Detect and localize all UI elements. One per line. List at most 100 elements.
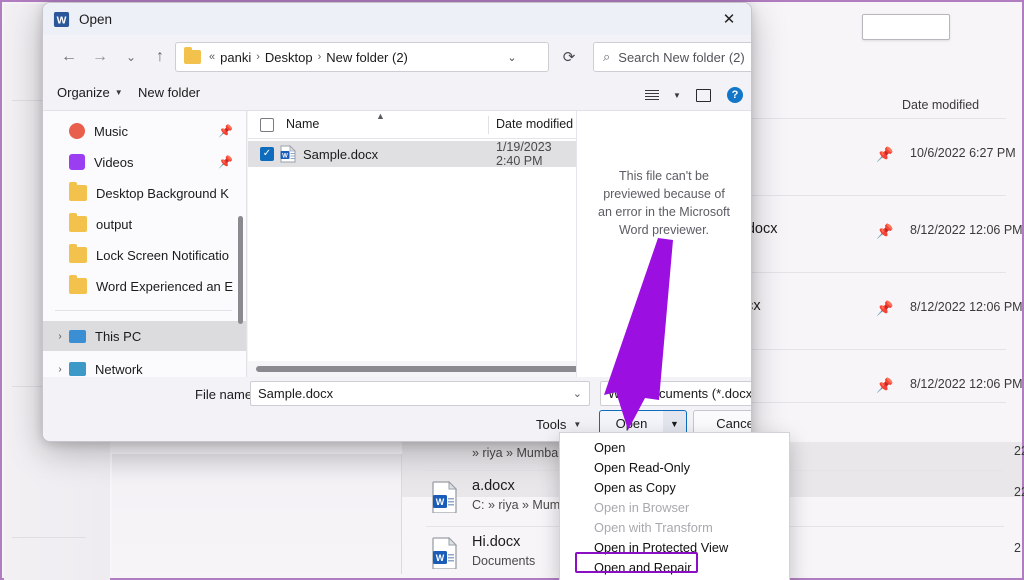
caret-down-icon: ▼ bbox=[573, 420, 581, 429]
sidebar-item-output[interactable]: output bbox=[43, 209, 246, 239]
caret-down-icon: ▼ bbox=[115, 88, 123, 97]
sidebar-item-word-experienced[interactable]: Word Experienced an E bbox=[43, 271, 246, 301]
recent-file-date: 2 9:45 AM bbox=[1014, 541, 1024, 555]
file-type-value: Word Documents (*.docx) bbox=[608, 386, 752, 401]
word-doc-icon: W bbox=[280, 145, 296, 163]
search-icon: ⌕ bbox=[603, 49, 610, 65]
chevron-down-icon[interactable]: ⌄ bbox=[117, 43, 145, 71]
folder-icon bbox=[69, 278, 87, 294]
row-checkbox[interactable]: ✓ bbox=[260, 147, 274, 161]
preview-pane-icon[interactable] bbox=[691, 83, 715, 107]
chevron-right-icon[interactable]: › bbox=[51, 331, 69, 342]
file-name-label: File name: bbox=[195, 387, 256, 402]
background-file-date: 10/6/2022 6:27 PM bbox=[910, 146, 1016, 160]
refresh-icon[interactable]: ⟳ bbox=[555, 42, 583, 72]
file-date: 1/19/2023 2:40 PM bbox=[496, 140, 576, 168]
file-list-hscrollbar[interactable] bbox=[248, 361, 576, 377]
recent-file-path: Documents bbox=[472, 554, 535, 568]
file-name-input[interactable]: Sample.docx ⌄ bbox=[250, 381, 590, 406]
help-icon[interactable]: ? bbox=[723, 83, 747, 107]
caret-down-icon[interactable]: ▼ bbox=[665, 83, 689, 107]
search-input[interactable]: ⌕ Search New folder (2) bbox=[593, 42, 752, 72]
column-divider[interactable] bbox=[488, 116, 489, 134]
sidebar-item-label: Network bbox=[95, 362, 143, 377]
chevron-right-icon: › bbox=[256, 51, 260, 63]
sidebar-item-videos[interactable]: Videos 📌 bbox=[43, 147, 246, 177]
organize-label: Organize bbox=[57, 85, 110, 100]
word-icon: W bbox=[53, 11, 70, 28]
pin-icon[interactable]: 📌 bbox=[218, 155, 233, 169]
organize-button[interactable]: Organize ▼ bbox=[57, 85, 123, 100]
menu-item-open[interactable]: Open bbox=[560, 438, 789, 458]
caret-up-icon: ▲ bbox=[376, 111, 385, 121]
breadcrumb-item-1[interactable]: Desktop bbox=[265, 50, 313, 65]
select-all-checkbox[interactable] bbox=[260, 118, 274, 132]
sidebar-item-desktop-background[interactable]: Desktop Background K bbox=[43, 178, 246, 208]
sidebar-item-network[interactable]: › Network bbox=[43, 354, 246, 377]
sidebar-item-lock-screen[interactable]: Lock Screen Notificatio bbox=[43, 240, 246, 270]
sidebar-item-label: Music bbox=[94, 124, 128, 139]
menu-item-open-read-only[interactable]: Open Read-Only bbox=[560, 458, 789, 478]
view-list-icon[interactable] bbox=[640, 83, 664, 107]
svg-text:W: W bbox=[436, 553, 445, 563]
network-icon bbox=[69, 362, 86, 376]
svg-text:W: W bbox=[436, 497, 445, 507]
new-folder-button[interactable]: New folder bbox=[138, 85, 200, 100]
pin-icon[interactable]: 📌 bbox=[876, 300, 893, 317]
divider bbox=[55, 310, 232, 311]
sidebar-item-music[interactable]: Music 📌 bbox=[43, 116, 246, 146]
background-file-date: 8/12/2022 12:06 PM bbox=[910, 377, 1023, 391]
help-glyph: ? bbox=[727, 87, 743, 103]
file-type-select[interactable]: Word Documents (*.docx) ⌄ bbox=[600, 381, 752, 406]
breadcrumb-prefix: « bbox=[209, 51, 215, 63]
back-arrow-icon[interactable]: ← bbox=[55, 43, 83, 71]
pc-icon bbox=[69, 330, 86, 343]
breadcrumb-item-0[interactable]: panki bbox=[220, 50, 251, 65]
rail-divider bbox=[12, 537, 86, 538]
preview-message: This file can't be previewed because of … bbox=[577, 167, 751, 239]
recent-file-name: a.docx bbox=[472, 478, 515, 494]
svg-text:W: W bbox=[57, 15, 67, 26]
column-header-name[interactable]: Name bbox=[286, 117, 319, 131]
forward-arrow-icon[interactable]: → bbox=[86, 43, 114, 71]
pin-icon[interactable]: 📌 bbox=[876, 223, 893, 240]
pin-icon[interactable]: 📌 bbox=[876, 377, 893, 394]
menu-item-open-in-browser: Open in Browser bbox=[560, 498, 789, 518]
background-column-header: Date modified bbox=[902, 98, 979, 112]
background-lower-pane bbox=[112, 454, 402, 574]
close-icon[interactable]: ✕ bbox=[707, 3, 751, 35]
dialog-navbar: ← → ⌄ ↑ « panki › Desktop › New folder (… bbox=[43, 35, 751, 79]
up-arrow-icon[interactable]: ↑ bbox=[146, 43, 174, 71]
folder-icon bbox=[69, 247, 87, 263]
folder-icon bbox=[184, 50, 201, 64]
file-list-header: ▲ Name Date modified Type bbox=[248, 111, 576, 139]
breadcrumb-item-2[interactable]: New folder (2) bbox=[326, 50, 408, 65]
table-row[interactable]: ✓ W Sample.docx 1/19/2023 2:40 PM Micros… bbox=[248, 141, 576, 167]
menu-item-open-with-transform: Open with Transform bbox=[560, 518, 789, 538]
pin-icon[interactable]: 📌 bbox=[218, 124, 233, 138]
dialog-toolbar: Organize ▼ New folder ▼ ? bbox=[43, 79, 751, 111]
folder-icon bbox=[69, 216, 87, 232]
dialog-titlebar: W Open ✕ bbox=[43, 3, 751, 35]
music-icon bbox=[69, 123, 85, 139]
sidebar-item-label: Desktop Background K bbox=[96, 186, 229, 201]
scrollbar-thumb[interactable] bbox=[256, 366, 603, 372]
new-folder-label: New folder bbox=[138, 85, 200, 100]
recent-file-date: 22 11:11 PM bbox=[1014, 485, 1024, 499]
sidebar-item-label: Lock Screen Notificatio bbox=[96, 248, 229, 263]
sidebar-item-label: Videos bbox=[94, 155, 134, 170]
breadcrumb-dropdown-icon[interactable]: ⌄ bbox=[502, 43, 522, 71]
caret-down-icon[interactable]: ⌄ bbox=[573, 387, 582, 400]
navigation-pane-scrollbar[interactable] bbox=[238, 216, 243, 324]
sidebar-item-label: output bbox=[96, 217, 132, 232]
breadcrumb[interactable]: « panki › Desktop › New folder (2) ⌄ bbox=[175, 42, 549, 72]
file-list: ▲ Name Date modified Type ✓ W Sam bbox=[248, 111, 576, 377]
open-and-repair-highlight bbox=[575, 552, 698, 573]
column-header-date[interactable]: Date modified bbox=[496, 117, 573, 131]
pin-icon[interactable]: 📌 bbox=[876, 146, 893, 163]
recent-file-date: 22 11:16 PM bbox=[1014, 444, 1024, 458]
menu-item-open-as-copy[interactable]: Open as Copy bbox=[560, 478, 789, 498]
sidebar-item-this-pc[interactable]: › This PC bbox=[43, 321, 246, 351]
background-search-box[interactable] bbox=[862, 14, 950, 40]
chevron-right-icon[interactable]: › bbox=[51, 364, 69, 375]
